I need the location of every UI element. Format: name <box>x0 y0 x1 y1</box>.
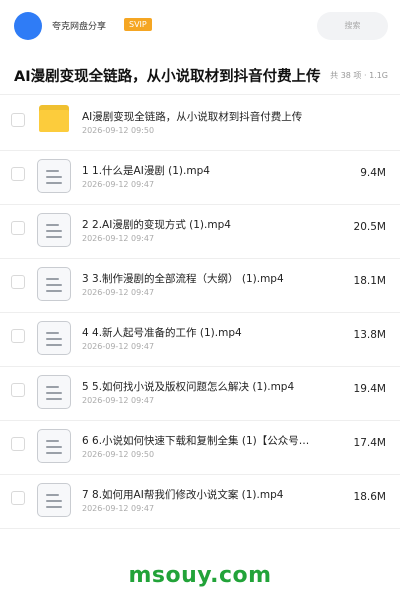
row-checkbox[interactable] <box>11 221 25 235</box>
file-date: 2026-09-12 09:47 <box>82 504 155 513</box>
video-file-icon <box>37 375 71 409</box>
list-item[interactable]: 5 5.如何找小说及版权问题怎么解决 (1).mp4 2026-09-12 09… <box>0 366 400 420</box>
avatar[interactable] <box>14 12 42 40</box>
row-checkbox[interactable] <box>11 437 25 451</box>
file-size: 18.6M <box>353 491 386 503</box>
file-size: 20.5M <box>353 221 386 233</box>
file-name: AI漫剧变现全链路，从小说取材到抖音付费上传 <box>82 111 303 123</box>
file-name: 2 2.AI漫剧的变现方式 (1).mp4 <box>82 219 231 231</box>
search-placeholder: 搜索 <box>344 21 361 30</box>
file-date: 2026-09-12 09:47 <box>82 342 155 351</box>
page-title: AI漫剧变现全链路，从小说取材到抖音付费上传 <box>14 69 321 85</box>
file-name: 4 4.新人起号准备的工作 (1).mp4 <box>82 327 242 339</box>
file-size: 13.8M <box>353 329 386 341</box>
file-date: 2026-09-12 09:47 <box>82 180 155 189</box>
list-item[interactable]: 1 1.什么是AI漫剧 (1).mp4 2026-09-12 09:47 9.4… <box>0 150 400 204</box>
file-name: 5 5.如何找小说及版权问题怎么解决 (1).mp4 <box>82 381 295 393</box>
file-name: 6 6.小说如何快速下载和复制全集 (1)【公众号… <box>82 435 310 447</box>
row-checkbox[interactable] <box>11 383 25 397</box>
list-item[interactable]: 3 3.制作漫剧的全部流程（大纲） (1).mp4 2026-09-12 09:… <box>0 258 400 312</box>
file-size: 17.4M <box>353 437 386 449</box>
file-size: 18.1M <box>353 275 386 287</box>
row-checkbox[interactable] <box>11 275 25 289</box>
watermark-text: msouy.com <box>128 563 272 588</box>
list-item[interactable]: 2 2.AI漫剧的变现方式 (1).mp4 2026-09-12 09:47 2… <box>0 204 400 258</box>
divider <box>0 94 400 95</box>
folder-icon <box>39 105 69 132</box>
search-input[interactable]: 搜索 <box>317 12 388 40</box>
list-item[interactable]: 7 8.如何用AI帮我们修改小说文案 (1).mp4 2026-09-12 09… <box>0 474 400 528</box>
video-file-icon <box>37 267 71 301</box>
video-file-icon <box>37 213 71 247</box>
video-file-icon <box>37 429 71 463</box>
file-name: 1 1.什么是AI漫剧 (1).mp4 <box>82 165 210 177</box>
video-file-icon <box>37 159 71 193</box>
file-name: 7 8.如何用AI帮我们修改小说文案 (1).mp4 <box>82 489 284 501</box>
list-item-folder[interactable]: AI漫剧变现全链路，从小说取材到抖音付费上传 2026-09-12 09:50 <box>0 96 400 150</box>
divider <box>0 528 400 529</box>
folder-title-row: AI漫剧变现全链路，从小说取材到抖音付费上传 共 38 项 · 1.1G <box>0 60 400 90</box>
file-size: 9.4M <box>360 167 386 179</box>
file-date: 2026-09-12 09:50 <box>82 126 155 135</box>
file-date: 2026-09-12 09:47 <box>82 396 155 405</box>
list-item[interactable]: 6 6.小说如何快速下载和复制全集 (1)【公众号… 2026-09-12 09… <box>0 420 400 474</box>
file-date: 2026-09-12 09:50 <box>82 450 155 459</box>
file-date: 2026-09-12 09:47 <box>82 234 155 243</box>
video-file-icon <box>37 483 71 517</box>
row-checkbox[interactable] <box>11 167 25 181</box>
header-bar: 夸克网盘分享 SVIP 搜索 <box>0 0 400 52</box>
file-date: 2026-09-12 09:47 <box>82 288 155 297</box>
vip-badge: SVIP <box>124 18 152 31</box>
folder-meta: 共 38 项 · 1.1G <box>328 70 388 81</box>
share-name: 夸克网盘分享 <box>52 22 107 32</box>
video-file-icon <box>37 321 71 355</box>
row-checkbox[interactable] <box>11 491 25 505</box>
file-name: 3 3.制作漫剧的全部流程（大纲） (1).mp4 <box>82 273 284 285</box>
row-checkbox[interactable] <box>11 329 25 343</box>
row-checkbox[interactable] <box>11 113 25 127</box>
file-size: 19.4M <box>353 383 386 395</box>
list-item[interactable]: 4 4.新人起号准备的工作 (1).mp4 2026-09-12 09:47 1… <box>0 312 400 366</box>
